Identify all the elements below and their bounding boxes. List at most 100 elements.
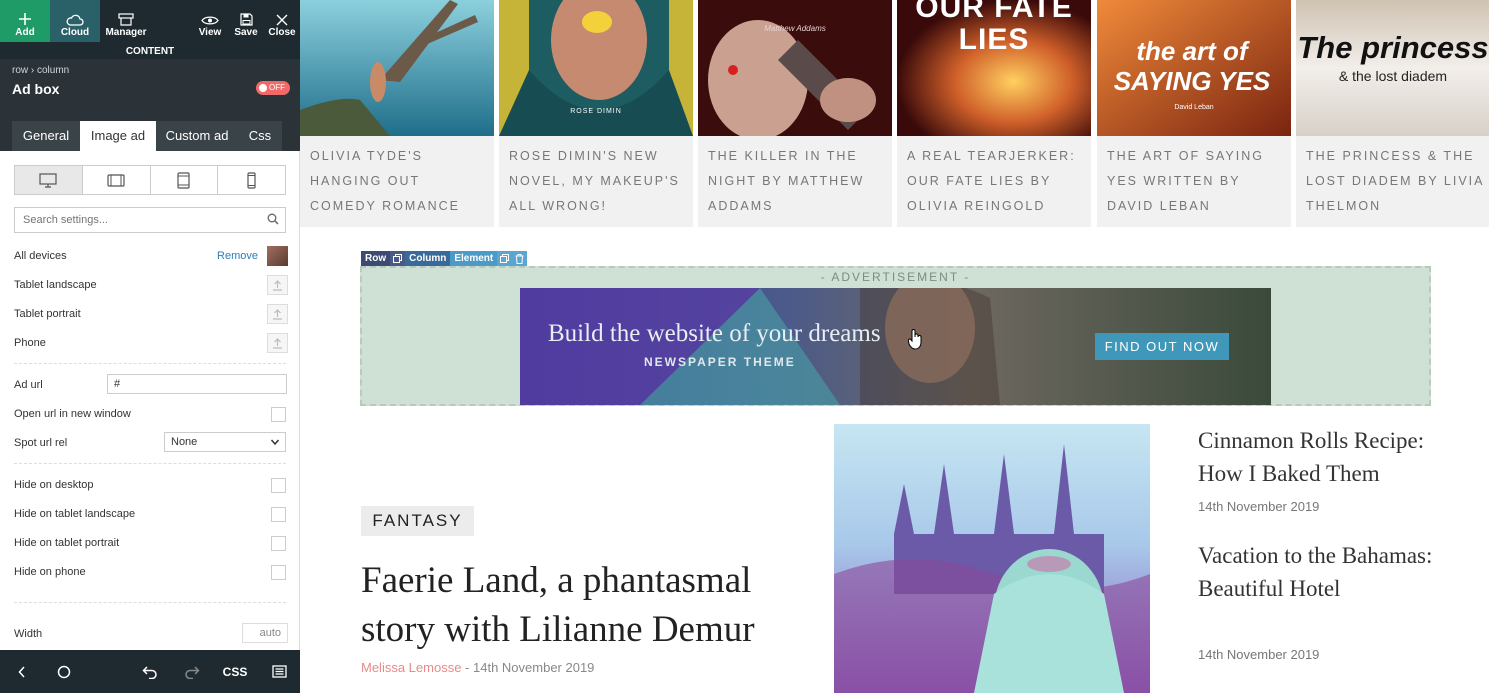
undo-button[interactable] [130,650,170,693]
post-card-image[interactable]: The princess & the lost diadem [1296,0,1489,136]
tablet-landscape-device-button[interactable] [83,166,151,194]
column-tag[interactable]: Column [405,251,451,266]
side-post-title[interactable]: Vacation to the Bahamas: Beautiful Hotel [1198,539,1448,605]
css-button[interactable]: CSS [215,650,255,693]
spot-url-rel-value: None [171,436,198,448]
post-title[interactable]: Faerie Land, a phantasmal story with Lil… [361,556,791,654]
ad-url-input[interactable] [107,374,287,394]
tablet-landscape-upload-button[interactable] [267,275,288,295]
find-out-now-button[interactable]: FIND OUT NOW [1095,333,1229,360]
post-card[interactable]: Olivia Tyde's hanging out comedy romance [300,0,494,227]
panel-header: row › column Ad box OFF [0,59,300,119]
tablet-portrait-upload-button[interactable] [267,304,288,324]
manager-button[interactable]: Manager [104,0,148,42]
post-card[interactable]: the art of SAYING YES David Leban The ar… [1097,0,1291,227]
post-card-image-subtext: David Leban [1174,104,1214,111]
hide-tablet-landscape-label: Hide on tablet landscape [14,508,136,520]
element-copy-button[interactable] [497,251,513,266]
post-card[interactable]: OUR FATE LIES A real tearjerker: our fat… [897,0,1091,227]
hide-tablet-landscape-checkbox[interactable] [271,507,286,522]
add-button[interactable]: Add [0,0,50,42]
phone-device-button[interactable] [218,166,285,194]
save-label: Save [234,27,258,38]
post-author[interactable]: Melissa Lemosse [361,660,461,675]
breadcrumb[interactable]: row › column [12,65,69,76]
category-badge[interactable]: FANTASY [361,506,474,536]
post-featured-image[interactable] [834,424,1150,693]
post-card[interactable]: The princess & the lost diadem The princ… [1296,0,1489,227]
view-button[interactable]: View [196,0,224,42]
list-button[interactable] [259,650,299,693]
post-card[interactable]: Matthew Addams The killer in the night b… [698,0,892,227]
post-card-image[interactable] [300,0,494,136]
desktop-device-button[interactable] [15,166,83,194]
hide-phone-label: Hide on phone [14,566,86,578]
post-card-title[interactable]: A real tearjerker: our fate lies by Oliv… [907,144,1087,219]
hide-tablet-portrait-checkbox[interactable] [271,536,286,551]
post-card-title[interactable]: The princess & the lost diadem by Livia … [1306,144,1486,219]
ad-image-thumbnail[interactable] [267,246,288,266]
post-card[interactable]: ROSE DIMIN Rose Dimin's new novel, my ma… [499,0,693,227]
back-button[interactable] [2,650,42,693]
phone-row: Phone [14,333,288,353]
row-copy-button[interactable] [390,251,406,266]
element-tag[interactable]: Element [450,251,498,266]
meta-separator: - [461,660,473,675]
home-button[interactable] [44,650,84,693]
tab-css[interactable]: Css [238,121,282,151]
post-card-image[interactable]: OUR FATE LIES [897,0,1091,136]
view-label: View [198,27,222,38]
post-card-title[interactable]: The art of saying yes written by David L… [1107,144,1287,219]
post-card-image[interactable]: Matthew Addams [698,0,892,136]
open-new-window-checkbox[interactable] [271,407,286,422]
post-card-image-text: OUR FATE LIES [915,0,1073,56]
ad-toggle[interactable]: OFF [256,81,290,95]
hand-cursor-icon [908,329,922,350]
save-button[interactable]: Save [232,0,260,42]
eye-icon [196,0,224,26]
divider [14,363,286,364]
tab-image-ad[interactable]: Image ad [80,121,156,151]
ad-url-label: Ad url [14,379,43,391]
post-card-title[interactable]: Olivia Tyde's hanging out comedy romance [310,144,490,219]
redo-button[interactable] [172,650,212,693]
circle-icon [57,665,71,678]
hide-desktop-checkbox[interactable] [271,478,286,493]
post-card-image[interactable]: the art of SAYING YES David Leban [1097,0,1291,136]
width-row: Width auto [14,623,288,644]
spot-url-rel-select[interactable]: None [164,432,286,452]
hide-phone-checkbox[interactable] [271,565,286,580]
ad-box[interactable]: - ADVERTISEMENT - Build the website of y… [360,266,1431,406]
undo-icon [142,665,157,679]
cloud-button[interactable]: Cloud [50,0,100,42]
search-settings-input[interactable] [14,207,286,233]
desktop-icon [39,172,57,188]
ad-banner[interactable]: Build the website of your dreams NEWSPAP… [520,288,1271,405]
hide-tablet-portrait-label: Hide on tablet portrait [14,537,120,549]
toggle-label: OFF [269,83,285,92]
manager-label: Manager [105,27,147,38]
all-devices-label: All devices [14,250,67,262]
close-button[interactable]: Close [266,0,298,42]
copy-icon [500,254,510,263]
tablet-portrait-device-button[interactable] [151,166,219,194]
upload-icon [273,279,282,291]
row-tag[interactable]: Row [361,251,391,266]
post-card-image-text: Matthew Addams [764,24,826,33]
tablet-landscape-icon [107,173,125,187]
post-card-title[interactable]: The killer in the night by Matthew Addam… [708,144,888,219]
element-delete-button[interactable] [512,251,528,266]
tab-general[interactable]: General [12,121,80,151]
post-card-image[interactable]: ROSE DIMIN [499,0,693,136]
editor-toolbar: Add Cloud Manager View Save Close [0,0,300,44]
width-input[interactable]: auto [242,623,288,643]
chevron-left-icon [18,665,25,678]
post-card-title[interactable]: Rose Dimin's new novel, my makeup's all … [509,144,689,219]
tab-custom-ad[interactable]: Custom ad [156,121,238,151]
upload-icon [273,337,282,349]
side-post-title[interactable]: Cinnamon Rolls Recipe: How I Baked Them [1198,424,1448,490]
phone-upload-button[interactable] [267,333,288,353]
remove-image-link[interactable]: Remove [217,246,258,266]
toggle-knob [259,84,267,92]
hide-phone-row: Hide on phone [14,562,288,582]
